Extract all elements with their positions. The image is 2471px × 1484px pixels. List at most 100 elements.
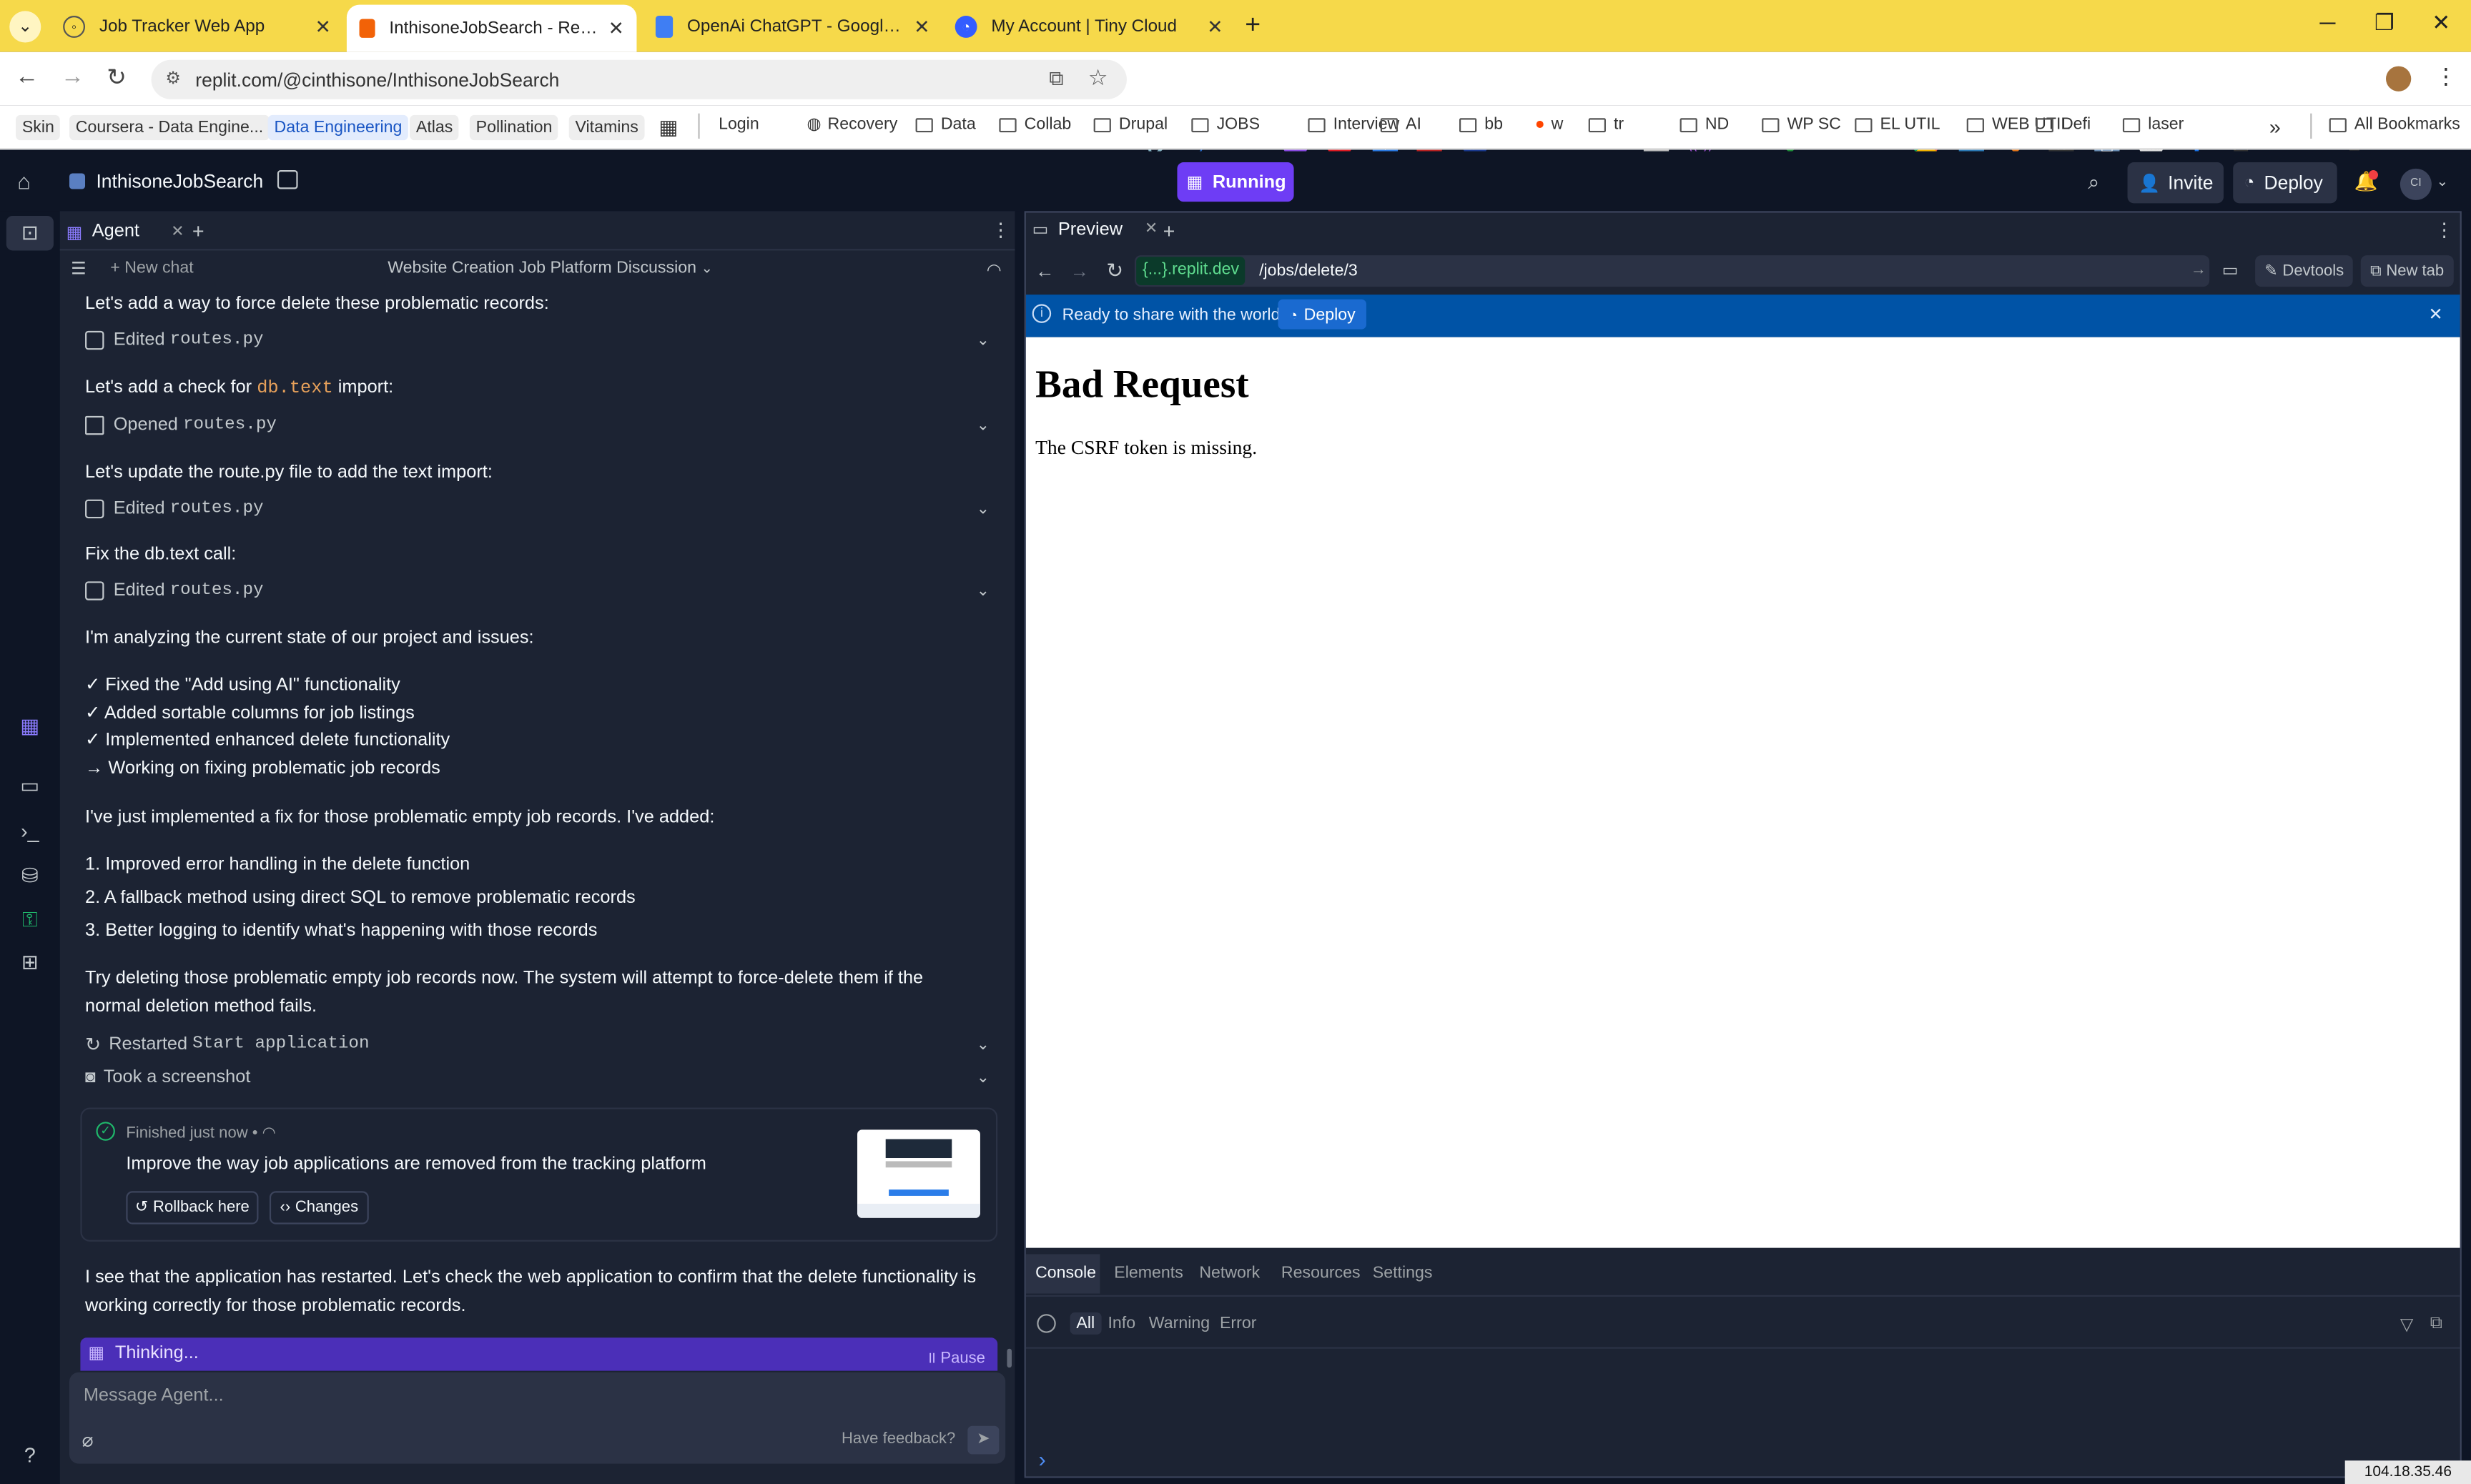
back-icon[interactable]: ← xyxy=(11,63,42,89)
preview-tab[interactable]: ▭ Preview ✕ xyxy=(1032,219,1158,239)
browser-menu-icon[interactable]: ⋮ xyxy=(2435,63,2457,89)
preview-icon[interactable]: ▭ xyxy=(16,773,44,802)
forward-icon[interactable]: → xyxy=(56,63,88,89)
action-screenshot[interactable]: ◙ Took a screenshot ⌄ xyxy=(85,1068,993,1087)
chevron-down-icon[interactable]: ⌄ xyxy=(2437,173,2449,190)
send-button[interactable]: ➤ xyxy=(967,1425,1000,1455)
preview-back-icon[interactable]: ← xyxy=(1035,260,1054,282)
profile-avatar[interactable] xyxy=(2386,66,2412,91)
bookmark-folder[interactable]: Login xyxy=(719,115,759,134)
action-opened[interactable]: Opened routes.py ⌄ xyxy=(85,415,993,435)
speed-icon[interactable]: ◠ xyxy=(987,260,1002,280)
bookmark-folder[interactable]: AI xyxy=(1380,115,1421,134)
minimize-button[interactable]: ─ xyxy=(2299,9,2356,34)
console-prompt[interactable]: › xyxy=(1039,1446,1046,1471)
action-edited[interactable]: Edited routes.py ⌄ xyxy=(85,499,993,519)
bookmark-folder[interactable]: WP SC xyxy=(1762,115,1841,134)
devtools-tab-network[interactable]: Network xyxy=(1199,1264,1260,1282)
chevron-down-icon[interactable]: ⌄ xyxy=(977,417,990,434)
bookmark-folder[interactable]: ● w xyxy=(1535,115,1564,134)
close-icon[interactable]: ✕ xyxy=(1207,16,1223,38)
bookmark-folder[interactable]: Collab xyxy=(999,115,1071,134)
rollback-button[interactable]: ↺ Rollback here xyxy=(126,1191,259,1225)
bookmark-pollination[interactable]: Pollination xyxy=(469,114,559,141)
tab-search-button[interactable]: ⌄ xyxy=(9,11,41,43)
add-tab-icon[interactable]: + xyxy=(192,219,204,242)
devtools-tab-elements[interactable]: Elements xyxy=(1114,1264,1183,1282)
add-tab-icon[interactable]: + xyxy=(1163,219,1175,242)
go-icon[interactable]: → xyxy=(2191,262,2206,279)
feedback-link[interactable]: Have feedback? xyxy=(842,1430,955,1448)
bookmark-coursera[interactable]: Coursera - Data Engine... xyxy=(69,114,270,141)
devtools-tab-console[interactable]: Console xyxy=(1035,1264,1096,1282)
help-icon[interactable]: ? xyxy=(16,1443,44,1472)
devtools-tab-settings[interactable]: Settings xyxy=(1373,1264,1433,1282)
project-info-icon[interactable] xyxy=(277,170,298,189)
bookmark-folder[interactable]: EL UTIL xyxy=(1855,115,1940,134)
bookmark-folder[interactable]: bb xyxy=(1459,115,1503,134)
bookmark-folder[interactable]: Data xyxy=(915,115,976,134)
restore-button[interactable]: ❐ xyxy=(2356,9,2412,36)
level-error[interactable]: Error xyxy=(1220,1314,1256,1332)
devtools-tab-resources[interactable]: Resources xyxy=(1281,1264,1361,1282)
bookmark-folder[interactable]: ND xyxy=(1680,115,1729,134)
browser-tab[interactable]: ◦ Job Tracker Web App ✕ xyxy=(51,6,344,47)
apps-grid-icon[interactable]: ▦ xyxy=(659,115,678,140)
chat-title-dropdown[interactable]: Website Creation Job Platform Discussion… xyxy=(388,258,713,277)
device-icon[interactable]: ▭ xyxy=(2222,260,2239,280)
chevron-down-icon[interactable]: ⌄ xyxy=(977,332,990,349)
invite-button[interactable]: 👤 Invite xyxy=(2127,162,2224,204)
new-tab-button[interactable]: ⧉ New tab xyxy=(2360,255,2454,287)
scrollbar-thumb[interactable] xyxy=(1007,1348,1012,1368)
more-bookmarks-button[interactable]: » xyxy=(2269,115,2281,139)
pane-menu-icon[interactable]: ⋮ xyxy=(991,219,1010,241)
level-warning[interactable]: Warning xyxy=(1149,1314,1210,1332)
agent-icon[interactable]: ▦ xyxy=(16,713,44,742)
preview-forward-icon[interactable]: → xyxy=(1070,260,1089,282)
install-icon[interactable]: ⧉ xyxy=(1049,66,1063,91)
browser-tab-active[interactable]: InthisoneJobSearch - Replit ✕ xyxy=(346,4,637,52)
chevron-down-icon[interactable]: ⌄ xyxy=(977,1036,990,1053)
copy-icon[interactable]: ⧉ xyxy=(2430,1314,2442,1335)
chevron-down-icon[interactable]: ⌄ xyxy=(977,582,990,599)
browser-tab[interactable]: ◔ My Account | Tiny Cloud ✕ xyxy=(942,6,1236,47)
all-tools-icon[interactable]: ⊞ xyxy=(16,950,44,979)
action-edited[interactable]: Edited routes.py ⌄ xyxy=(85,330,993,350)
action-restarted[interactable]: ↻ Restarted Start application ⌄ xyxy=(85,1034,993,1056)
preview-reload-icon[interactable]: ↻ xyxy=(1106,258,1123,283)
bookmark-folder[interactable]: tr xyxy=(1588,115,1624,134)
home-icon[interactable]: ⌂ xyxy=(17,169,31,194)
bookmark-vitamins[interactable]: Vitamins xyxy=(568,114,645,141)
attach-icon[interactable]: ⌀ xyxy=(82,1429,94,1451)
chevron-down-icon[interactable]: ⌄ xyxy=(977,500,990,518)
new-tab-button[interactable]: + xyxy=(1245,9,1261,41)
close-icon[interactable]: ✕ xyxy=(608,17,624,39)
pane-menu-icon[interactable]: ⋮ xyxy=(2435,219,2453,241)
agent-tab[interactable]: ▦ Agent ✕ xyxy=(66,217,184,246)
preview-path[interactable]: /jobs/delete/3 xyxy=(1259,262,1358,280)
level-info[interactable]: Info xyxy=(1108,1314,1135,1332)
message-agent-input[interactable]: Message Agent... xyxy=(84,1387,224,1405)
reload-icon[interactable]: ↻ xyxy=(101,63,132,91)
chat-history-icon[interactable]: ☰ xyxy=(71,258,87,279)
bookmark-atlas[interactable]: Atlas xyxy=(410,114,460,141)
site-info-icon[interactable]: ⚙ xyxy=(165,68,181,88)
screenshot-thumbnail[interactable] xyxy=(857,1129,980,1218)
run-status[interactable]: ▦ Running xyxy=(1177,162,1294,202)
bookmark-folder[interactable]: Defi xyxy=(2036,115,2091,134)
user-avatar[interactable]: CI xyxy=(2400,168,2432,200)
explorer-icon[interactable]: ⊡ xyxy=(16,221,44,249)
clear-console-icon[interactable] xyxy=(1037,1314,1056,1333)
action-edited[interactable]: Edited routes.py ⌄ xyxy=(85,581,993,600)
close-icon[interactable]: ✕ xyxy=(914,16,929,38)
preview-domain[interactable]: {...}.replit.dev xyxy=(1136,257,1246,285)
bookmark-skin[interactable]: Skin xyxy=(16,114,61,141)
close-icon[interactable]: ✕ xyxy=(171,223,184,240)
shell-icon[interactable]: ›_ xyxy=(16,819,44,848)
bookmark-folder[interactable]: JOBS xyxy=(1191,115,1260,134)
address-bar[interactable]: ⚙ replit.com/@cinthisone/InthisoneJobSea… xyxy=(151,59,1127,99)
close-window-button[interactable]: ✕ xyxy=(2412,9,2469,36)
secrets-icon[interactable]: ⚿ xyxy=(16,908,44,936)
devtools-button[interactable]: ✎ Devtools xyxy=(2255,255,2354,287)
search-icon[interactable]: ⌕ xyxy=(2088,170,2099,195)
